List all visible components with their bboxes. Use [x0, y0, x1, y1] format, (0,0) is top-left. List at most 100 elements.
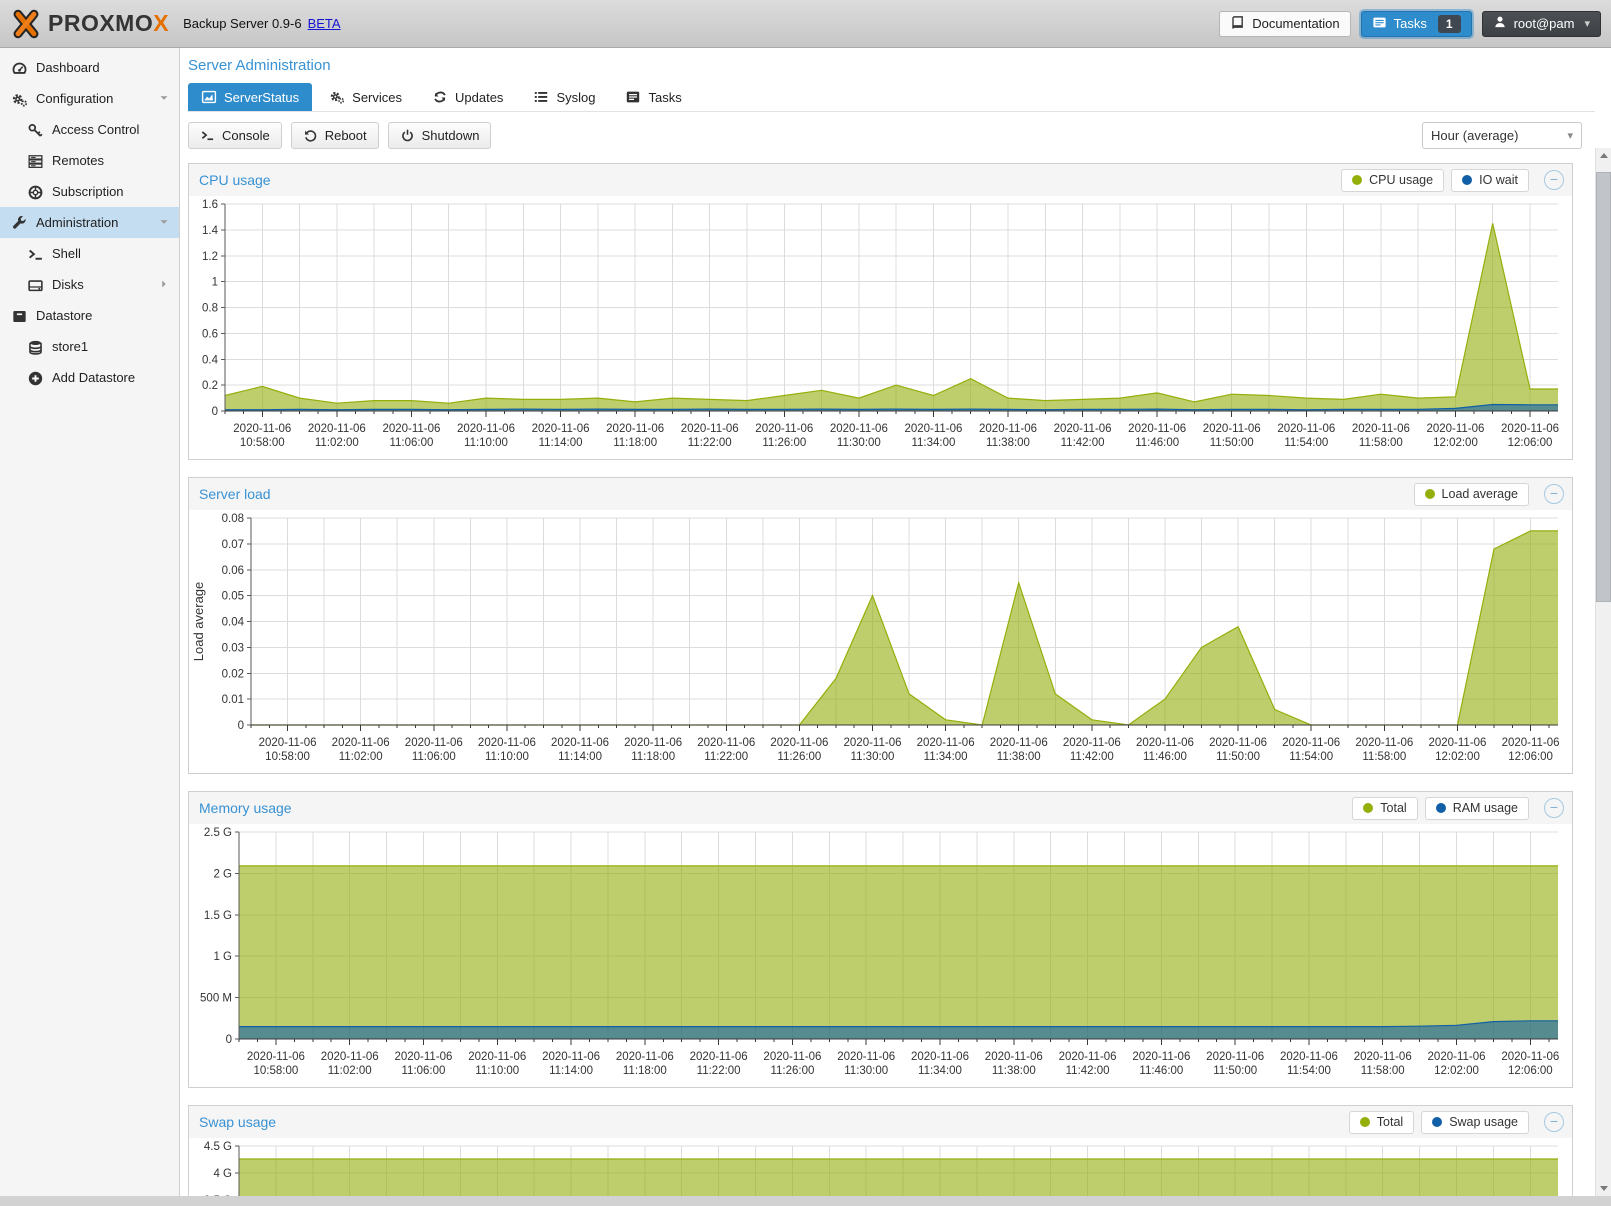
- svg-text:2020-11-06: 2020-11-06: [690, 1051, 748, 1063]
- server-toolbar: Console Reboot Shutdown Hour (average) ▾: [188, 120, 1588, 150]
- legend-item-load-average: Load average: [1414, 483, 1529, 506]
- time-range-select[interactable]: Hour (average) ▾: [1422, 122, 1582, 149]
- scroll-down-arrow[interactable]: [1596, 1180, 1611, 1196]
- svg-text:2020-11-06: 2020-11-06: [551, 737, 609, 749]
- legend-dot: [1425, 489, 1435, 499]
- sidebar-item-subscription[interactable]: Subscription: [0, 176, 179, 207]
- svg-text:2020-11-06: 2020-11-06: [606, 423, 664, 435]
- tab-label: ServerStatus: [224, 90, 299, 105]
- sidebar-item-dashboard[interactable]: Dashboard: [0, 52, 179, 83]
- reboot-button[interactable]: Reboot: [291, 122, 379, 149]
- collapse-panel-button[interactable]: −: [1544, 484, 1564, 504]
- svg-text:2020-11-06: 2020-11-06: [457, 423, 515, 435]
- svg-text:2020-11-06: 2020-11-06: [1501, 1051, 1559, 1063]
- svg-text:11:02:00: 11:02:00: [315, 437, 359, 449]
- app-window: PROXMOX Backup Server 0.9-6 BETA Documen…: [0, 0, 1611, 1206]
- svg-text:11:54:00: 11:54:00: [1287, 1065, 1331, 1077]
- datastore-icon: [11, 308, 28, 324]
- scroll-up-arrow[interactable]: [1596, 148, 1611, 164]
- svg-text:2020-11-06: 2020-11-06: [1280, 1051, 1338, 1063]
- svg-text:11:30:00: 11:30:00: [844, 1065, 888, 1077]
- svg-text:2020-11-06: 2020-11-06: [382, 423, 440, 435]
- vertical-scrollbar[interactable]: [1595, 148, 1611, 1196]
- svg-text:11:10:00: 11:10:00: [485, 751, 529, 763]
- task-list-icon: [1372, 15, 1387, 33]
- sidebar-item-access-control[interactable]: Access Control: [0, 114, 179, 145]
- svg-text:11:14:00: 11:14:00: [558, 751, 602, 763]
- svg-text:11:26:00: 11:26:00: [762, 437, 806, 449]
- collapse-panel-button[interactable]: −: [1544, 170, 1564, 190]
- svg-text:11:10:00: 11:10:00: [475, 1065, 519, 1077]
- chevron-down-icon[interactable]: [157, 91, 171, 105]
- tab-updates[interactable]: Updates: [419, 83, 516, 111]
- svg-text:4.5 G: 4.5 G: [204, 1141, 232, 1153]
- window-bottom-edge: [0, 1196, 1611, 1206]
- svg-text:11:42:00: 11:42:00: [1070, 751, 1114, 763]
- svg-text:2020-11-06: 2020-11-06: [1054, 423, 1112, 435]
- legend-dot: [1436, 803, 1446, 813]
- svg-text:2020-11-06: 2020-11-06: [616, 1051, 674, 1063]
- svg-text:11:58:00: 11:58:00: [1359, 437, 1403, 449]
- undo-icon: [303, 128, 318, 143]
- scrollbar-thumb[interactable]: [1596, 172, 1611, 602]
- svg-text:10:58:00: 10:58:00: [265, 751, 310, 763]
- svg-text:4 G: 4 G: [213, 1168, 232, 1180]
- svg-text:12:02:00: 12:02:00: [1435, 751, 1480, 763]
- tab-serverstatus[interactable]: ServerStatus: [188, 83, 312, 111]
- sidebar-item-shell[interactable]: Shell: [0, 238, 179, 269]
- svg-text:0.4: 0.4: [202, 354, 219, 366]
- svg-text:2.5 G: 2.5 G: [204, 827, 232, 839]
- beta-link[interactable]: BETA: [308, 16, 341, 31]
- console-button[interactable]: Console: [188, 122, 282, 149]
- sidebar-item-label: Administration: [36, 215, 118, 230]
- sidebar-item-store1[interactable]: store1: [0, 331, 179, 362]
- svg-text:0.05: 0.05: [222, 591, 244, 603]
- key-icon: [27, 122, 44, 138]
- proxmox-x-icon: [10, 9, 42, 39]
- chevron-down-icon[interactable]: [157, 215, 171, 229]
- svg-text:0.07: 0.07: [222, 539, 244, 551]
- proxmox-logo: PROXMOX: [10, 9, 169, 39]
- svg-text:10:58:00: 10:58:00: [240, 437, 285, 449]
- collapse-panel-button[interactable]: −: [1544, 1112, 1564, 1132]
- tab-tasks[interactable]: Tasks: [612, 83, 694, 111]
- sidebar-item-configuration[interactable]: Configuration: [0, 83, 179, 114]
- sidebar-item-datastore[interactable]: Datastore: [0, 300, 179, 331]
- chevron-right-icon[interactable]: [157, 277, 171, 291]
- user-menu-button[interactable]: root@pam ▾: [1482, 11, 1601, 37]
- documentation-button[interactable]: Documentation: [1219, 11, 1350, 37]
- svg-text:10:58:00: 10:58:00: [254, 1065, 299, 1077]
- shutdown-button[interactable]: Shutdown: [388, 122, 492, 149]
- svg-text:2020-11-06: 2020-11-06: [844, 737, 902, 749]
- svg-text:11:10:00: 11:10:00: [464, 437, 508, 449]
- legend-item-total: Total: [1349, 1111, 1414, 1134]
- tab-services[interactable]: Services: [316, 83, 415, 111]
- sidebar-item-label: Subscription: [52, 184, 124, 199]
- svg-text:11:38:00: 11:38:00: [986, 437, 1030, 449]
- svg-text:0.02: 0.02: [222, 668, 244, 680]
- svg-text:11:54:00: 11:54:00: [1284, 437, 1328, 449]
- svg-text:11:46:00: 11:46:00: [1139, 1065, 1183, 1077]
- svg-text:2020-11-06: 2020-11-06: [468, 1051, 526, 1063]
- sidebar-item-administration[interactable]: Administration: [0, 207, 179, 238]
- tasks-button[interactable]: Tasks 1: [1361, 11, 1472, 37]
- sidebar-item-label: Access Control: [52, 122, 139, 137]
- svg-text:2020-11-06: 2020-11-06: [405, 737, 463, 749]
- svg-text:1 G: 1 G: [213, 951, 232, 963]
- legend-label: RAM usage: [1453, 801, 1518, 815]
- chart-svg: 00.010.020.030.040.050.060.070.082020-11…: [189, 510, 1572, 773]
- svg-text:11:54:00: 11:54:00: [1289, 751, 1333, 763]
- svg-text:11:02:00: 11:02:00: [339, 751, 383, 763]
- sidebar-item-add-datastore[interactable]: Add Datastore: [0, 362, 179, 393]
- svg-text:11:58:00: 11:58:00: [1361, 1065, 1405, 1077]
- collapse-panel-button[interactable]: −: [1544, 798, 1564, 818]
- sidebar-item-remotes[interactable]: Remotes: [0, 145, 179, 176]
- sidebar-item-disks[interactable]: Disks: [0, 269, 179, 300]
- legend-label: Load average: [1442, 487, 1518, 501]
- chart-plot-area: 0500 M1 G1.5 G2 G2.5 G2020-11-0610:58:00…: [189, 824, 1572, 1087]
- svg-text:11:14:00: 11:14:00: [549, 1065, 593, 1077]
- sidebar-item-label: store1: [52, 339, 88, 354]
- tab-syslog[interactable]: Syslog: [520, 83, 608, 111]
- sidebar-item-label: Configuration: [36, 91, 113, 106]
- svg-text:2020-11-06: 2020-11-06: [917, 737, 975, 749]
